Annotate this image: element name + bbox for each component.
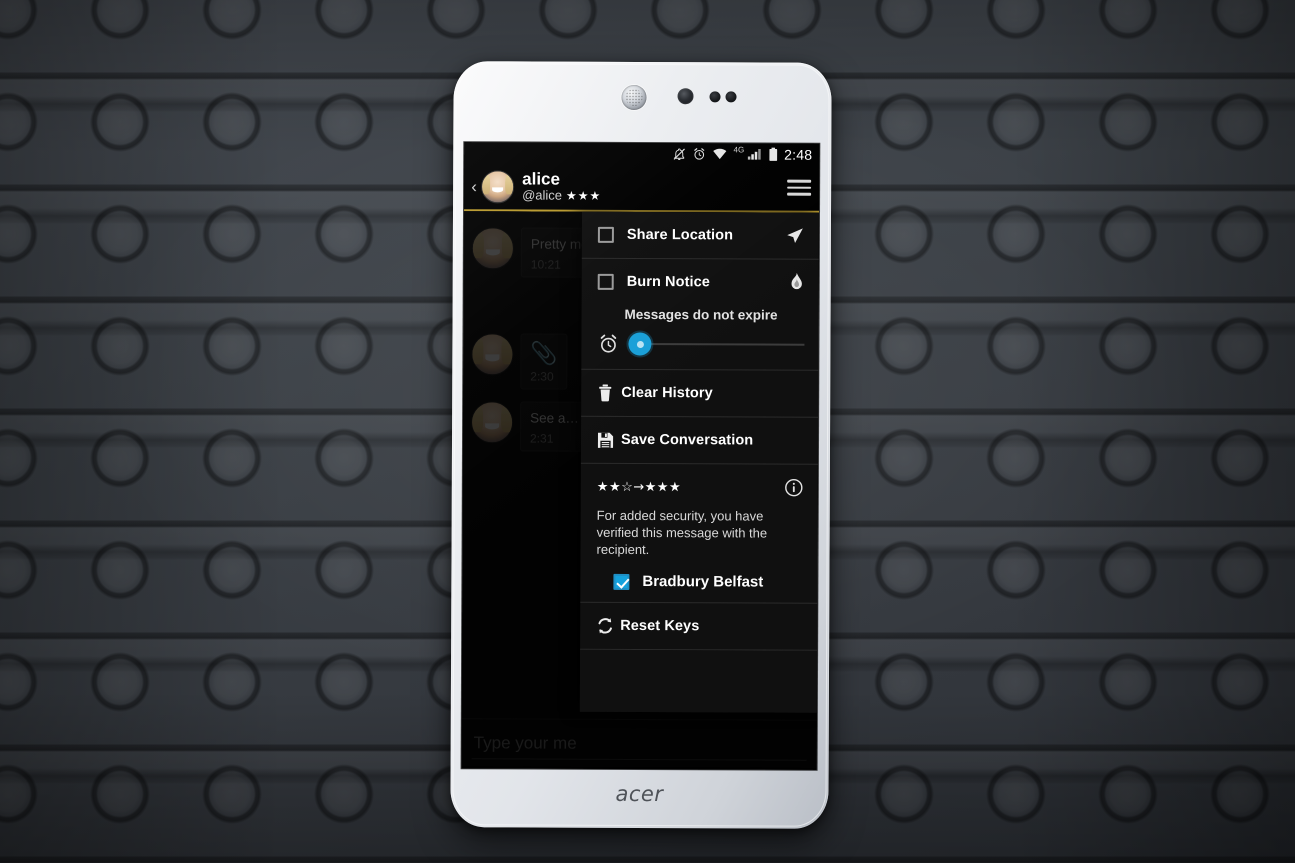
info-circle-icon[interactable] <box>784 478 804 498</box>
alarm-clock-icon <box>693 147 707 161</box>
flame-icon <box>789 272 805 294</box>
android-navigation-bar <box>461 766 817 770</box>
verified-key-name: Bradbury Belfast <box>642 573 764 592</box>
alarm-clock-icon <box>597 333 619 355</box>
menu-item-label: Save Conversation <box>620 431 754 449</box>
wifi-icon <box>713 147 728 160</box>
share-location-checkbox[interactable] <box>597 226 614 243</box>
verification-stars: ★★☆→★★★ <box>596 479 682 495</box>
earpiece-speaker-icon <box>621 84 647 111</box>
contact-handle: @alice <box>522 187 563 203</box>
verification-header: ★★☆→★★★ <box>597 477 804 498</box>
menu-item-burn-notice[interactable]: Burn Notice <box>582 259 819 306</box>
contact-name-block[interactable]: alice @alice ★★★ <box>522 169 602 203</box>
menu-footer-space <box>579 650 818 713</box>
refresh-cycle-icon <box>596 617 620 635</box>
network-type-label: 4G <box>733 145 745 155</box>
burn-slider-track[interactable] <box>628 332 805 356</box>
scene: 4G 2:48 ‹ alice @alice ★★★ Pretty 10:21 … <box>0 0 1295 863</box>
floppy-disk-icon <box>597 431 621 448</box>
burn-notice-status: Messages do not expire <box>624 306 778 323</box>
burn-slider-thumb[interactable] <box>628 332 652 356</box>
mute-bell-icon <box>673 147 687 161</box>
burn-notice-detail: Messages do not expire <box>581 305 818 370</box>
device-brand-logo: acer <box>615 781 664 807</box>
avatar-hair-left <box>481 172 490 195</box>
menu-item-label: Reset Keys <box>620 618 700 635</box>
trust-stars: ★★★ <box>565 188 602 203</box>
menu-item-clear-history[interactable]: Clear History <box>581 370 818 417</box>
phone-screen: 4G 2:48 ‹ alice @alice ★★★ Pretty 10:21 … <box>461 142 820 770</box>
avatar[interactable] <box>481 169 515 203</box>
menu-item-reset-keys[interactable]: Reset Keys <box>580 603 817 650</box>
front-camera-lens-icon <box>677 88 694 105</box>
menu-item-share-location[interactable]: Share Location <box>582 212 819 259</box>
menu-item-label: Clear History <box>621 384 713 402</box>
trash-can-icon <box>597 384 621 402</box>
app-action-bar: ‹ alice @alice ★★★ <box>464 163 820 213</box>
status-clock: 2:48 <box>784 146 813 163</box>
earpiece-mesh <box>625 88 643 107</box>
hamburger-line <box>787 192 812 196</box>
hamburger-menu-icon[interactable] <box>787 176 812 200</box>
menu-item-label: Share Location <box>626 226 734 244</box>
avatar-hair-right <box>505 172 515 195</box>
contact-name: alice <box>522 169 561 189</box>
conversation-options-menu: Share Location Burn Notice Messages do n… <box>579 211 820 713</box>
contact-handle-row: @alice ★★★ <box>522 187 602 203</box>
verified-key-row[interactable]: Bradbury Belfast <box>596 573 803 591</box>
android-status-bar: 4G 2:48 <box>464 142 820 165</box>
menu-item-save-conversation[interactable]: Save Conversation <box>581 417 818 464</box>
verification-description: For added security, you have verified th… <box>596 507 768 558</box>
verified-key-checkbox[interactable] <box>613 573 630 590</box>
burn-notice-slider[interactable] <box>597 332 805 356</box>
avatar-smile <box>492 186 504 192</box>
key-verification-block: ★★☆→★★★ For added security, you have ver… <box>580 464 818 604</box>
proximity-sensor-icon <box>709 91 721 103</box>
cellular-signal-icon <box>747 147 762 160</box>
battery-full-icon <box>768 147 778 161</box>
menu-item-label: Burn Notice <box>626 273 711 291</box>
back-button[interactable]: ‹ <box>468 177 480 196</box>
light-sensor-icon <box>725 91 737 103</box>
phone-device: 4G 2:48 ‹ alice @alice ★★★ Pretty 10:21 … <box>450 61 832 829</box>
send-location-arrow-icon[interactable] <box>785 226 805 246</box>
burn-notice-checkbox[interactable] <box>597 273 614 290</box>
hamburger-line <box>787 179 812 183</box>
hamburger-line <box>787 186 812 189</box>
conversation-area: Pretty meet for a… 10:21 Thanks for the … <box>461 211 820 768</box>
